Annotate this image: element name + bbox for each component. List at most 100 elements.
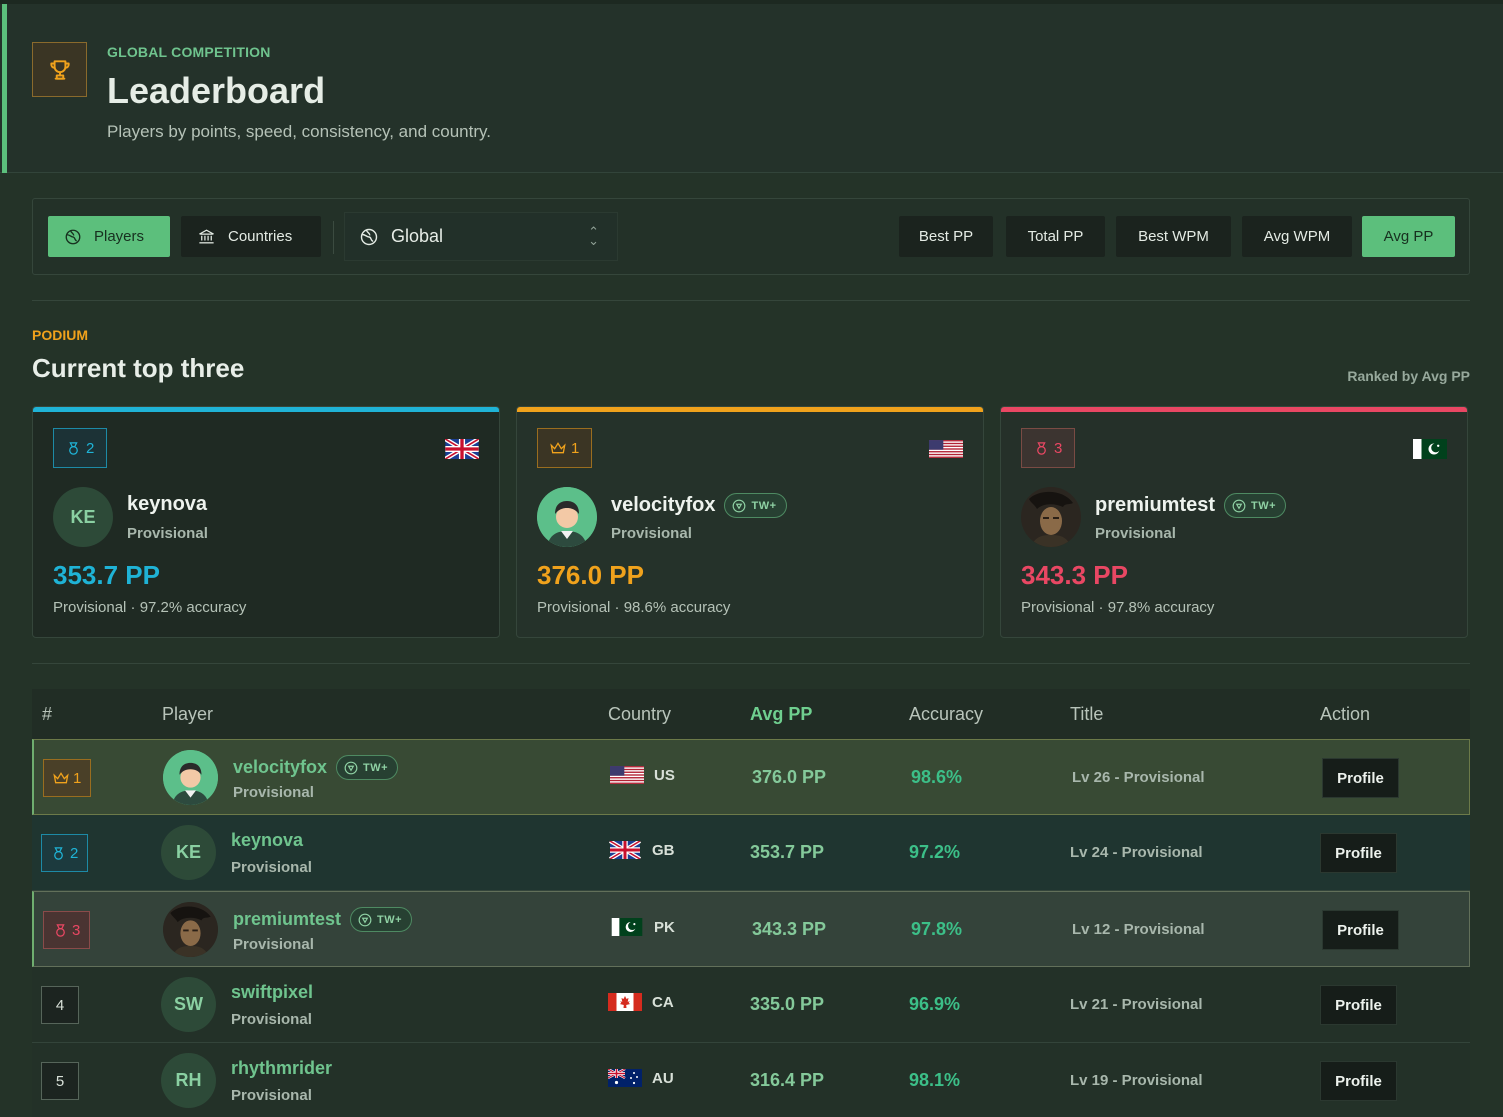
- podium-card-2[interactable]: 2 KE keynova Provisional 353.7 PP Provis…: [32, 406, 500, 638]
- table-row: 5 RH rhythmrider Provisional AU 316.4 PP…: [32, 1043, 1470, 1117]
- toolbar-separator: [333, 221, 334, 254]
- rank-badge: 2: [41, 834, 89, 872]
- player-name-link[interactable]: velocityfox TW+: [233, 755, 399, 780]
- profile-button[interactable]: Profile: [1322, 758, 1399, 798]
- player-status: Provisional: [233, 936, 314, 953]
- player-name-link[interactable]: premiumtest TW+: [233, 907, 413, 932]
- section-divider: [32, 300, 1470, 301]
- accuracy-value: 98.1%: [909, 1070, 961, 1090]
- sort-avg-pp-button[interactable]: Avg PP: [1362, 216, 1455, 257]
- globe-icon: [360, 228, 378, 245]
- player-name-text: velocityfox: [611, 494, 716, 516]
- player-name-link[interactable]: keynova: [231, 830, 303, 851]
- podium-eyebrow: PODIUM: [32, 327, 88, 343]
- podium-card-1[interactable]: 1 velocityfox TW+ Provisional 376.0 PP P…: [516, 406, 984, 638]
- table-row: 1 velocityfox TW+ Provisional US 376.0 P…: [32, 739, 1470, 815]
- tab-countries[interactable]: Countries: [181, 216, 321, 257]
- tab-countries-label: Countries: [228, 228, 293, 245]
- trophy-icon: [32, 42, 87, 97]
- avatar: [537, 487, 597, 547]
- gem-icon: [1232, 499, 1246, 512]
- player-status: Provisional: [127, 525, 208, 542]
- column-header-accuracy: Accuracy: [909, 704, 984, 724]
- gem-icon: [733, 499, 746, 512]
- player-status: Provisional: [231, 1011, 312, 1028]
- country-code: AU: [652, 1069, 674, 1087]
- profile-button[interactable]: Profile: [1320, 833, 1397, 873]
- profile-button[interactable]: Profile: [1320, 985, 1397, 1025]
- player-name-link[interactable]: rhythmrider: [231, 1058, 332, 1079]
- player-name[interactable]: keynova: [127, 493, 207, 516]
- flag-gb-icon: [608, 841, 642, 859]
- player-meta: Provisional · 98.6% accuracy: [537, 599, 731, 616]
- rank-badge: 1: [43, 759, 92, 797]
- country-cell: CA: [608, 993, 674, 1011]
- avatar: SW: [161, 977, 216, 1032]
- card-accent-bar: [33, 407, 499, 412]
- flag-us-icon: [929, 439, 963, 464]
- rank-badge: 3: [43, 911, 91, 949]
- player-name-link[interactable]: swiftpixel: [231, 982, 313, 1003]
- section-divider: [32, 663, 1470, 664]
- player-name[interactable]: premiumtest TW+: [1095, 493, 1287, 518]
- header-accent-bar: [2, 4, 7, 173]
- sort-best-wpm-button[interactable]: Best WPM: [1116, 216, 1231, 257]
- country-code: GB: [652, 841, 675, 859]
- rank-badge: 2: [53, 428, 108, 468]
- avg-pp-value: 343.3 PP: [752, 919, 827, 939]
- column-header-country: Country: [608, 704, 672, 724]
- crown-icon: [53, 772, 69, 784]
- column-header-player: Player: [162, 704, 214, 724]
- title-value: Lv 21 - Provisional: [1070, 996, 1203, 1013]
- player-pp: 343.3 PP: [1021, 560, 1128, 590]
- premium-badge: TW+: [1224, 493, 1287, 518]
- page-title: Leaderboard: [107, 70, 326, 111]
- premium-badge: TW+: [350, 907, 413, 932]
- flag-pk-icon: [1413, 439, 1447, 464]
- column-header-action: Action: [1320, 704, 1371, 724]
- sort-total-pp-button[interactable]: Total PP: [1006, 216, 1105, 257]
- sort-best-pp-button[interactable]: Best PP: [899, 216, 993, 257]
- profile-button[interactable]: Profile: [1322, 910, 1399, 950]
- avg-pp-value: 316.4 PP: [750, 1070, 825, 1090]
- column-header-title: Title: [1070, 704, 1104, 724]
- sort-avg-wpm-button[interactable]: Avg WPM: [1242, 216, 1352, 257]
- player-name-text: keynova: [231, 830, 304, 850]
- avg-pp-value: 376.0 PP: [752, 767, 827, 787]
- player-name-text: premiumtest: [1095, 494, 1216, 516]
- country-cell: US: [610, 766, 675, 784]
- country-cell: AU: [608, 1069, 674, 1087]
- page-header: GLOBAL COMPETITION Leaderboard Players b…: [0, 4, 1503, 173]
- rank-number: 3: [1054, 439, 1063, 457]
- accuracy-value: 96.9%: [909, 994, 961, 1014]
- rank-number: 2: [70, 844, 79, 862]
- badge-text: TW+: [1251, 499, 1277, 512]
- player-pp: 376.0 PP: [537, 560, 644, 590]
- accuracy-value: 97.8%: [911, 919, 963, 939]
- profile-button[interactable]: Profile: [1320, 1061, 1397, 1101]
- flag-au-icon: [608, 1069, 642, 1087]
- rank-number: 2: [86, 439, 95, 457]
- bank-icon: [199, 229, 214, 244]
- rank-number: 1: [571, 439, 580, 457]
- player-name-text: velocityfox: [233, 757, 328, 777]
- podium-card-3[interactable]: 3 premiumtest TW+ Provisional 343.3 PP P…: [1000, 406, 1468, 638]
- avatar: KE: [53, 487, 113, 547]
- rank-number: 3: [72, 921, 81, 939]
- rank-number: 5: [55, 1072, 65, 1090]
- medal-icon: [69, 441, 78, 455]
- column-header-avg-pp[interactable]: Avg PP: [750, 704, 812, 725]
- player-name[interactable]: velocityfox TW+: [611, 493, 787, 518]
- flag-pk-icon: [611, 918, 643, 936]
- tab-players[interactable]: Players: [48, 216, 170, 257]
- ranked-by-label: Ranked by Avg PP: [1347, 368, 1470, 384]
- region-select-value: Global: [391, 226, 444, 246]
- avatar: [1021, 487, 1081, 547]
- tab-players-label: Players: [94, 228, 145, 245]
- region-select[interactable]: Global ⌃ ⌄: [344, 212, 618, 261]
- chevron-updown-icon: ⌃ ⌄: [588, 224, 599, 248]
- flag-ca-icon: [608, 993, 642, 1011]
- column-header-rank: #: [42, 704, 53, 724]
- player-meta: Provisional · 97.8% accuracy: [1021, 599, 1215, 616]
- flag-us-icon: [610, 766, 644, 784]
